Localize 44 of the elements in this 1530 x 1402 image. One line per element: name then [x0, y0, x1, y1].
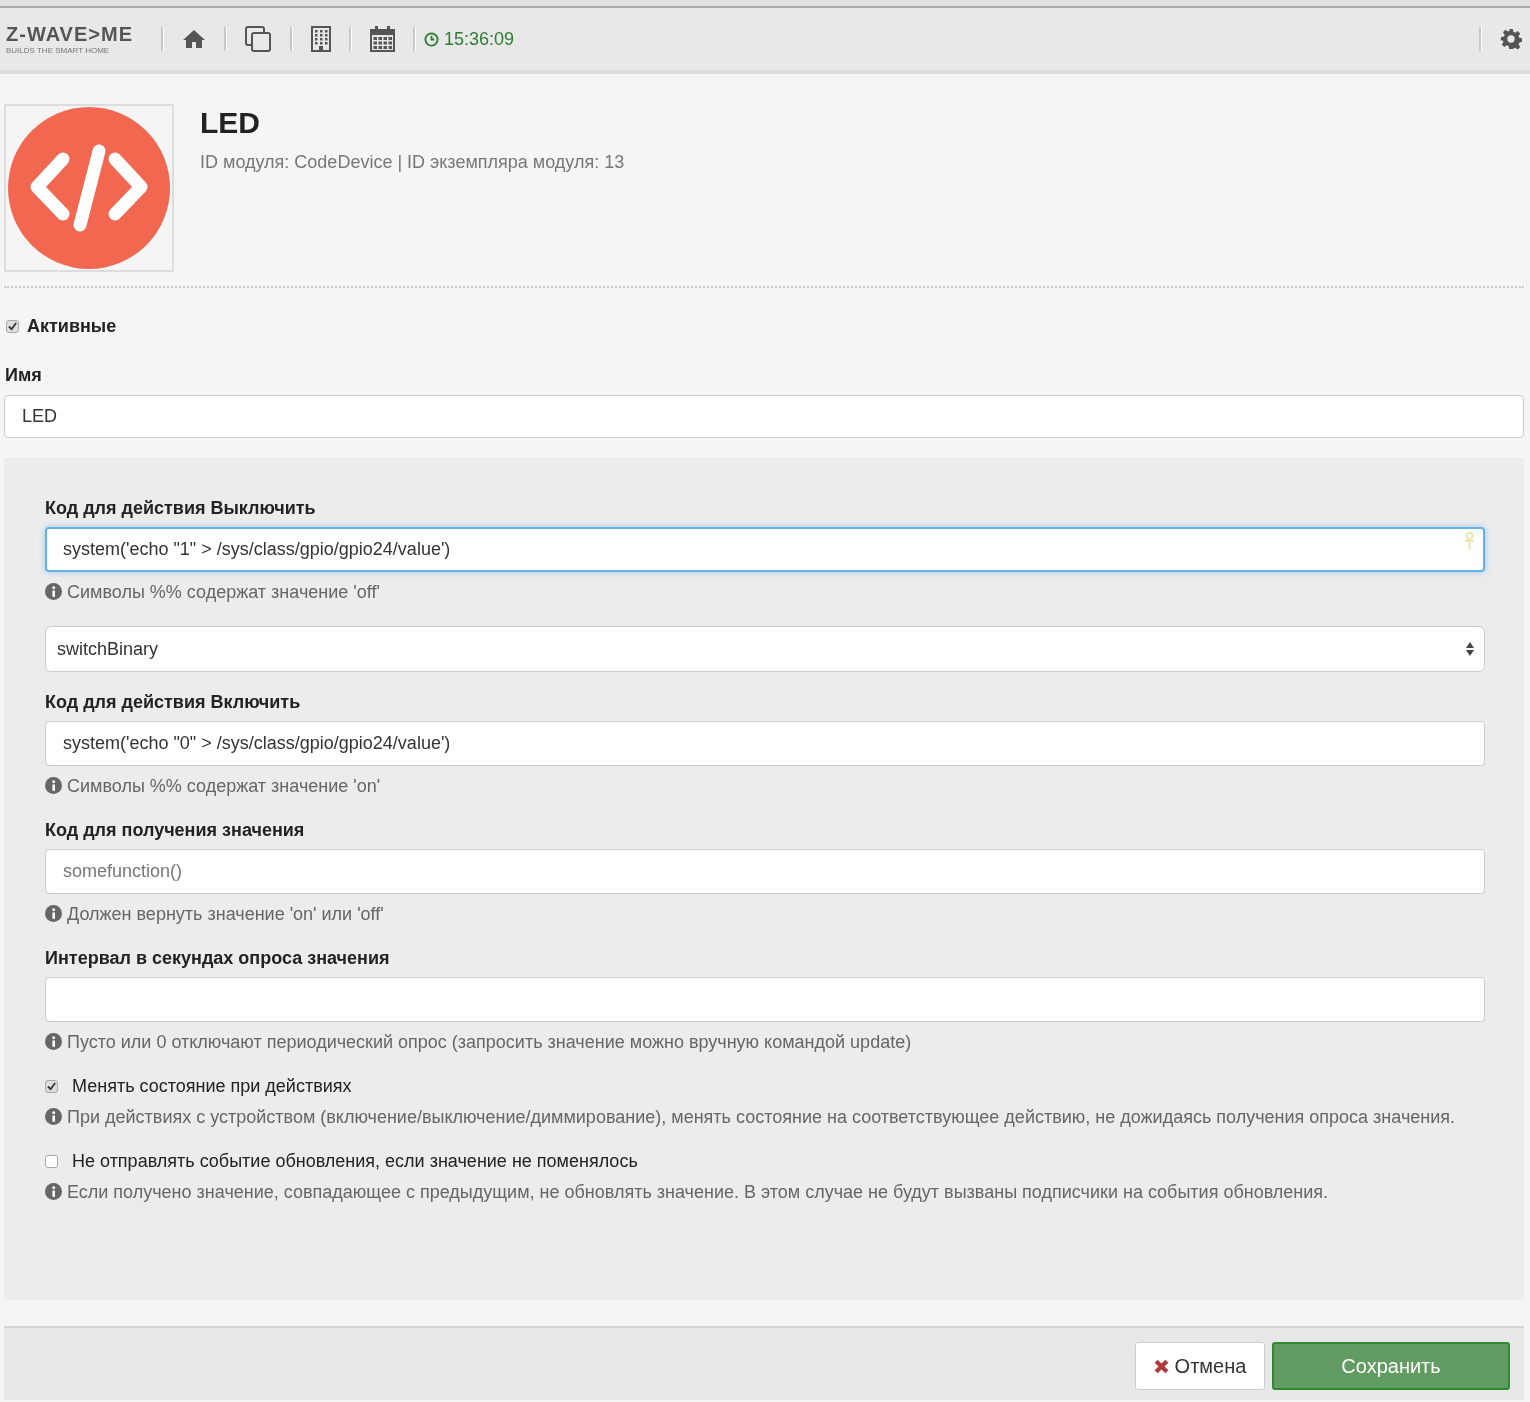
field-label: Код для получения значения: [45, 820, 306, 841]
checkbox[interactable]: [6, 320, 19, 333]
input-field[interactable]: [45, 977, 1485, 1022]
input-field[interactable]: system('echo "0" > /sys/class/gpio/gpio24/value'): [45, 721, 1485, 766]
info-icon: [45, 583, 62, 600]
info-icon: [45, 905, 62, 922]
checkbox[interactable]: [45, 1080, 58, 1093]
info-icon: [45, 777, 62, 794]
cancel-button[interactable]: Отмена: [1135, 1342, 1265, 1390]
ankh-icon: [1464, 532, 1475, 550]
checkbox-label[interactable]: Менять состояние при действиях: [72, 1076, 352, 1097]
field-label: Код для действия Включить: [45, 692, 302, 713]
input-field[interactable]: system('echo "1" > /sys/class/gpio/gpio24/value'): [45, 527, 1485, 572]
field-label: Имя: [5, 365, 43, 386]
calendar-icon[interactable]: [369, 26, 395, 52]
clock-time: 15:36:09: [443, 28, 515, 50]
info-icon: [45, 1108, 62, 1125]
module-title: LED: [200, 105, 261, 140]
close-icon: [1153, 1358, 1169, 1374]
dropdown[interactable]: switchBinary: [45, 626, 1485, 672]
input-field[interactable]: LED: [4, 395, 1524, 438]
checkbox[interactable]: [45, 1155, 58, 1168]
checkbox-label[interactable]: Активные: [27, 316, 117, 337]
help-text: Должен вернуть значение 'on' или 'off': [45, 902, 1485, 926]
building-icon[interactable]: [310, 26, 331, 52]
field-label: Интервал в секундах опроса значения: [45, 948, 391, 969]
sort-arrows-icon: [1466, 642, 1474, 656]
info-icon: [45, 1033, 62, 1050]
help-text: При действиях с устройством (включение/выключение/диммирование), менять состояние на соответствующее действию, не дожидаясь получения опроса значения.: [45, 1105, 1485, 1129]
help-text: Символы %% содержат значение 'on': [45, 774, 1485, 798]
help-text: Если получено значение, совпадающее с предыдущим, не обновлять значение. В этом случае не будут вызваны подписчики на события обновления.: [45, 1180, 1485, 1204]
help-text: Пусто или 0 отключают периодический опрос (запросить значение можно вручную командой update): [45, 1030, 1485, 1054]
clock-icon: [423, 31, 439, 47]
input-field[interactable]: somefunction(): [45, 849, 1485, 894]
logo-tagline: BUILDS THE SMART HOME: [6, 46, 111, 55]
help-text: Символы %% содержат значение 'off': [45, 580, 1485, 604]
field-label: Код для действия Выключить: [45, 498, 317, 519]
module-subtitle: ID модуля: CodeDevice | ID экземпляра модуля: 13: [200, 152, 625, 173]
info-icon: [45, 1183, 62, 1200]
logo-wordmark[interactable]: Z-WAVE>ME: [6, 23, 133, 46]
settings-icon[interactable]: [1500, 28, 1522, 50]
home-icon[interactable]: [181, 29, 206, 49]
checkbox-label[interactable]: Не отправлять событие обновления, если значение не поменялось: [72, 1151, 638, 1172]
copy-icon[interactable]: [244, 26, 272, 52]
